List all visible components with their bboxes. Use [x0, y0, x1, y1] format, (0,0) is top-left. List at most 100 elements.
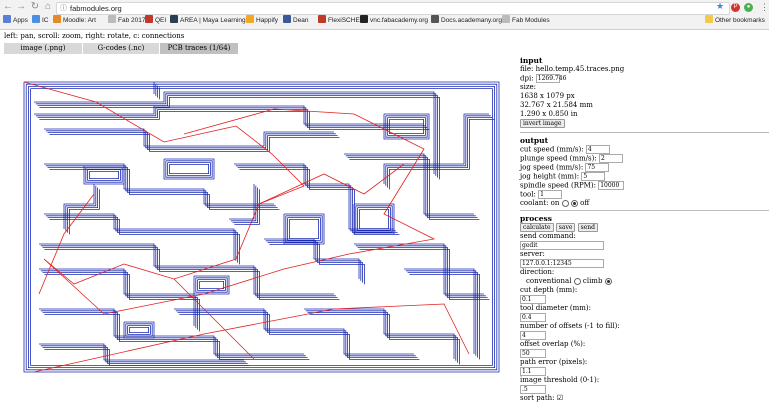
bookmark-star-icon[interactable]: ★	[716, 1, 724, 12]
divider	[520, 132, 769, 133]
bookmark-label: AREA | Maya Learning	[180, 17, 246, 24]
bookmark-item[interactable]: Dean	[283, 15, 309, 26]
info-icon: ⓘ	[60, 5, 67, 12]
tool-diameter-label: tool diameter (mm):	[520, 304, 592, 312]
plunge-speed-input[interactable]: 2	[598, 154, 623, 163]
trace-path	[47, 167, 278, 209]
spindle-speed-input[interactable]: 10000	[598, 181, 625, 190]
bookmark-favicon-icon	[32, 15, 40, 23]
trace-path	[47, 132, 338, 150]
jog-path	[43, 108, 436, 315]
path-error-input[interactable]: 1.1	[520, 367, 546, 376]
climb-radio[interactable]	[604, 277, 612, 285]
bookmark-item[interactable]: Happify	[246, 15, 278, 26]
trace-path	[69, 189, 100, 235]
bookmark-item[interactable]: Docs.academany.org	[431, 15, 502, 26]
trace-path	[287, 217, 321, 241]
bookmark-item[interactable]: Fab Modules	[502, 15, 550, 26]
send-command-input[interactable]: gedit	[520, 241, 604, 250]
bookmark-item[interactable]: Other bookmarks	[705, 15, 765, 26]
bookmark-label: Dean	[293, 17, 309, 24]
send-button[interactable]: send	[577, 223, 598, 232]
overlap-input[interactable]: 50	[520, 349, 546, 358]
back-icon[interactable]: ←	[3, 1, 13, 13]
bookmark-label: Happify	[256, 17, 279, 24]
coolant-on-radio[interactable]	[561, 199, 569, 207]
cut-depth-input[interactable]: 0.1	[520, 295, 546, 304]
bookmark-item[interactable]: QEI	[145, 15, 166, 26]
trace-path	[127, 325, 151, 335]
trace-path	[265, 240, 362, 281]
save-button[interactable]: save	[555, 223, 576, 232]
bookmark-item[interactable]: FlexiSCHED	[318, 15, 364, 26]
cut-speed-input[interactable]: 4	[585, 145, 610, 154]
divider	[520, 210, 769, 211]
address-bar[interactable]: ⓘ fabmodules.org	[56, 2, 730, 15]
calculate-button[interactable]: calculate	[520, 223, 554, 232]
bookmark-item[interactable]: AREA | Maya Learning	[170, 15, 246, 26]
tab-image[interactable]: image (.png)	[4, 43, 82, 54]
trace-path	[283, 213, 325, 245]
bookmark-favicon-icon	[170, 15, 178, 23]
send-command-label: send command:	[520, 232, 576, 240]
trace-path	[63, 184, 95, 229]
trace-path	[168, 164, 210, 174]
output-section: output cut speed (mm/s): 4 plunge speed …	[520, 136, 769, 208]
trace-path	[383, 113, 489, 184]
trace-path	[174, 308, 414, 355]
trace-path	[404, 268, 475, 354]
cut-speed-label: cut speed (mm/s):	[520, 145, 584, 154]
coolant-label: coolant: on	[520, 199, 560, 207]
toolpath-canvas[interactable]	[4, 54, 519, 400]
trace-path	[388, 119, 425, 134]
bookmark-label: vnc.fabacademy.org	[370, 17, 429, 24]
tab-gcodes[interactable]: G-codes (.nc)	[83, 43, 159, 54]
trace-path	[349, 159, 480, 220]
trace-path	[175, 310, 416, 357]
jog-height-label: jog height (mm):	[520, 172, 580, 181]
bookmark-item[interactable]: Apps	[3, 15, 28, 26]
dpi-input[interactable]: 1269.746	[535, 74, 566, 83]
tool-diameter-input[interactable]: 0.4	[520, 313, 546, 322]
threshold-label: image threshold (0-1):	[520, 376, 600, 384]
extension-icon[interactable]: ●	[744, 3, 753, 12]
coolant-off-radio[interactable]	[570, 199, 578, 207]
bookmark-item[interactable]: IC	[32, 15, 49, 26]
size-label: size:	[520, 83, 537, 91]
trace-path	[264, 238, 360, 279]
bookmark-label: FlexiSCHED	[328, 17, 365, 24]
size-px: 1638 x 1079 px	[520, 92, 575, 100]
conventional-label: conventional	[526, 277, 572, 285]
bookmark-item[interactable]: Moodle: Art	[53, 15, 96, 26]
folder-icon	[705, 15, 713, 23]
tool-input[interactable]: 1	[538, 190, 563, 199]
trace-path	[387, 117, 493, 188]
invert-image-button[interactable]: invert image	[520, 119, 565, 128]
threshold-input[interactable]: .5	[520, 385, 546, 394]
tool-label: tool:	[520, 190, 536, 199]
tab-pcb-traces[interactable]: PCB traces (1/64)	[160, 43, 238, 54]
jog-height-input[interactable]: 5	[581, 172, 606, 181]
forward-icon[interactable]: →	[16, 1, 26, 13]
conventional-radio[interactable]	[573, 277, 581, 285]
sort-path-label: sort path:	[520, 394, 555, 402]
reload-icon[interactable]: ↻	[30, 1, 40, 13]
nav-row: ← → ↻ ⌂ ⓘ fabmodules.org ★ P ● ⋮	[0, 1, 769, 15]
server-input[interactable]: 127.0.0.1:12345	[520, 259, 604, 268]
home-icon[interactable]: ⌂	[43, 1, 53, 13]
menu-icon[interactable]: ⋮	[760, 2, 769, 13]
trace-path	[229, 184, 255, 220]
trace-path	[37, 109, 428, 128]
offsets-input[interactable]: 4	[520, 331, 546, 340]
server-label: server:	[520, 250, 545, 258]
browser-chrome: ← → ↻ ⌂ ⓘ fabmodules.org ★ P ● ⋮ Apps IC M…	[0, 0, 769, 30]
bookmark-item[interactable]: vnc.fabacademy.org	[360, 15, 428, 26]
jog-speed-input[interactable]: 75	[585, 163, 610, 172]
trace-path	[67, 187, 98, 233]
sort-path-checkbox[interactable]: ☑	[557, 394, 563, 402]
trace-path	[129, 326, 150, 334]
trace-path	[358, 208, 390, 230]
pinterest-extension-icon[interactable]: P	[731, 3, 740, 12]
controls-hint: left: pan, scroll: zoom, right: rotate, …	[4, 32, 185, 40]
bookmark-item[interactable]: Fab 2017	[108, 15, 145, 26]
